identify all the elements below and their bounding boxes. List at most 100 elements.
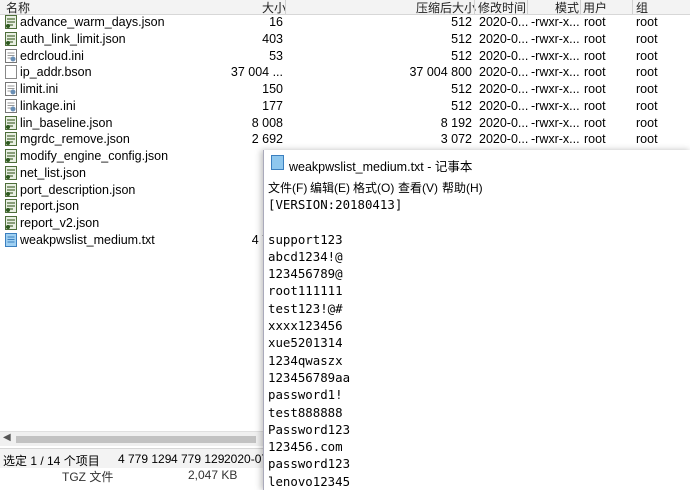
file-row[interactable]: ip_addr.bson 37 004 ... 37 004 800 2020-0..… xyxy=(0,64,690,81)
file-name: advance_warm_days.json xyxy=(20,15,165,29)
file-name: modify_engine_config.json xyxy=(20,149,169,163)
text-line: password123 xyxy=(268,456,351,472)
file-size: 16 xyxy=(269,15,283,29)
status-mtime: 2020-07 xyxy=(224,452,269,466)
file-size: 150 xyxy=(262,82,283,96)
file-compressed: 512 xyxy=(451,82,472,96)
file-owner: root xyxy=(584,65,606,80)
partial-row-size: 2,047 KB xyxy=(188,468,238,482)
notepad-text-area[interactable]: [VERSION:20180413] support123 abcd1234!@ 12… xyxy=(268,196,688,490)
ini-file-icon xyxy=(5,48,17,63)
file-name: ip_addr.bson xyxy=(20,65,92,80)
file-compressed: 512 xyxy=(451,15,472,29)
file-size: 177 xyxy=(262,98,283,113)
json-file-icon xyxy=(5,132,17,147)
text-line: xxxx123456 xyxy=(268,318,343,334)
menu-file[interactable]: 文件(F) xyxy=(268,179,307,196)
column-divider[interactable] xyxy=(632,0,633,14)
file-row[interactable]: linkage.ini 177 512 2020-0... -rwxr-x... root… xyxy=(0,98,690,115)
file-row[interactable]: limit.ini 150 512 2020-0... -rwxr-x... root ro… xyxy=(0,81,690,98)
notepad-window: weakpwslist_medium.txt - 记事本 文件(F) 编辑(E)… xyxy=(263,150,690,490)
file-name: edrcloud.ini xyxy=(20,48,84,63)
text-line: test123!@# xyxy=(268,300,343,316)
file-group: root xyxy=(636,65,658,80)
column-divider[interactable] xyxy=(474,0,475,14)
file-owner: root xyxy=(584,15,606,29)
scrollbar-thumb[interactable] xyxy=(16,436,256,443)
file-owner: root xyxy=(584,48,606,63)
json-file-icon xyxy=(5,15,17,29)
menu-view[interactable]: 查看(V) xyxy=(398,179,438,196)
text-line: support123 xyxy=(268,231,343,247)
file-owner: root xyxy=(584,31,606,46)
horizontal-scrollbar[interactable]: ◀ xyxy=(0,431,265,446)
file-group: root xyxy=(636,15,658,29)
text-line: Password123 xyxy=(268,421,351,437)
file-perm: -rwxr-x... xyxy=(531,31,580,46)
json-file-icon xyxy=(5,182,17,197)
file-name: port_description.json xyxy=(20,182,136,197)
file-list-header: 名称 大小 压缩后大小 修改时间 模式 用户 组 xyxy=(0,0,690,15)
file-name: lin_baseline.json xyxy=(20,115,113,130)
text-line: 123456789@ xyxy=(268,266,343,282)
file-row[interactable]: lin_baseline.json 8 008 8 192 2020-0... -rwx… xyxy=(0,115,690,132)
file-name: linkage.ini xyxy=(20,98,76,113)
file-group: root xyxy=(636,132,658,147)
notepad-title-bar[interactable]: weakpwslist_medium.txt - 记事本 xyxy=(264,150,690,176)
file-compressed: 512 xyxy=(451,31,472,46)
file-row[interactable]: advance_warm_days.json 16 512 2020-0... -rwx… xyxy=(0,14,690,31)
file-name: net_list.json xyxy=(20,165,87,180)
file-compressed: 3 072 xyxy=(440,132,472,147)
file-group: root xyxy=(636,48,658,63)
notepad-menu-bar: 文件(F) 编辑(E) 格式(O) 查看(V) 帮助(H) xyxy=(264,178,690,196)
file-row[interactable]: auth_link_limit.json 403 512 2020-0... -rwxr… xyxy=(0,31,690,48)
menu-help[interactable]: 帮助(H) xyxy=(442,179,483,196)
file-owner: root xyxy=(584,82,606,96)
text-line: 123456.com xyxy=(268,439,343,455)
file-perm: -rwxr-x... xyxy=(531,65,580,80)
file-owner: root xyxy=(584,115,606,130)
file-name: auth_link_limit.json xyxy=(20,31,126,46)
txt-file-icon xyxy=(5,232,17,247)
column-divider[interactable] xyxy=(285,0,286,14)
file-perm: -rwxr-x... xyxy=(531,132,580,147)
status-compressed: 4 779 129 xyxy=(171,452,225,466)
file-owner: root xyxy=(584,98,606,113)
file-mtime: 2020-0... xyxy=(479,82,529,96)
file-mtime: 2020-0... xyxy=(479,132,529,147)
text-line: abcd1234!@ xyxy=(268,248,343,264)
file-row[interactable]: edrcloud.ini 53 512 2020-0... -rwxr-x... root… xyxy=(0,48,690,65)
file-group: root xyxy=(636,98,658,113)
file-name: mgrdc_remove.json xyxy=(20,132,130,147)
file-icon xyxy=(5,65,17,80)
text-line xyxy=(268,213,688,230)
text-line: [VERSION:20180413] xyxy=(268,197,403,212)
column-divider[interactable] xyxy=(527,0,528,14)
json-file-icon xyxy=(5,115,17,130)
menu-edit[interactable]: 编辑(E) xyxy=(310,179,350,196)
text-line: root111111 xyxy=(268,283,343,299)
menu-format[interactable]: 格式(O) xyxy=(353,179,394,196)
file-perm: -rwxr-x... xyxy=(531,48,580,63)
file-perm: -rwxr-x... xyxy=(531,15,580,29)
notepad-icon xyxy=(271,155,284,170)
file-perm: -rwxr-x... xyxy=(531,98,580,113)
file-mtime: 2020-0... xyxy=(479,15,529,29)
file-size: 53 xyxy=(269,48,283,63)
text-line: password1! xyxy=(268,387,343,403)
file-compressed: 8 192 xyxy=(440,115,472,130)
file-size: 37 004 ... xyxy=(230,65,283,80)
text-line: 1234qwaszx xyxy=(268,352,343,368)
status-selection: 选定 1 / 14 个项目 xyxy=(3,454,100,468)
file-mtime: 2020-0... xyxy=(479,115,529,130)
file-compressed: 512 xyxy=(451,98,472,113)
json-file-icon xyxy=(5,199,17,214)
text-line: lenovo12345 xyxy=(268,473,351,489)
file-row[interactable]: mgrdc_remove.json 2 692 3 072 2020-0... -rwx… xyxy=(0,131,690,148)
scroll-left-icon[interactable]: ◀ xyxy=(3,432,11,443)
file-name: weakpwslist_medium.txt xyxy=(20,232,155,247)
text-line: xue5201314 xyxy=(268,335,343,351)
file-group: root xyxy=(636,115,658,130)
file-perm: -rwxr-x... xyxy=(531,115,580,130)
column-divider[interactable] xyxy=(580,0,581,14)
